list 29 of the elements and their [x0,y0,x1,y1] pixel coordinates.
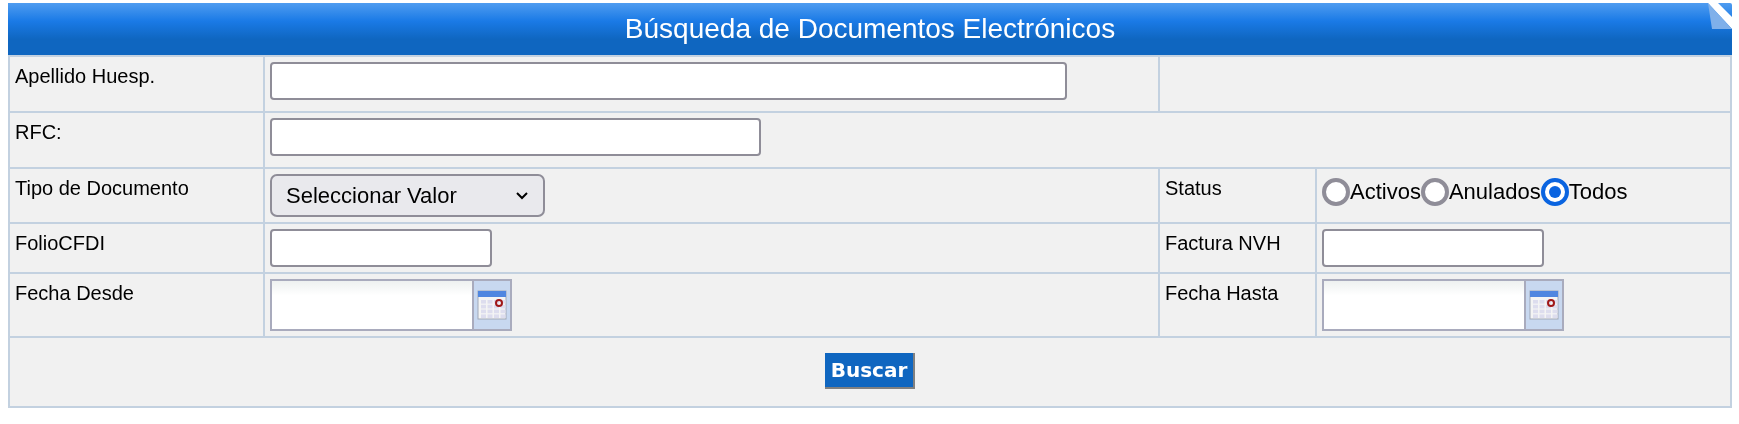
field-label: RFC: [15,120,63,144]
folded-corner-icon [1708,3,1732,29]
field-label: Status [1165,176,1223,200]
radio-circle[interactable] [1420,178,1449,206]
field-label: FolioCFDI [15,231,106,255]
calendar-icon [1529,289,1559,321]
field-label: Fecha Desde [15,281,135,305]
date-field[interactable] [1322,279,1524,331]
chevron-down-icon [515,190,529,201]
status-radio[interactable]: Activos [1322,178,1421,206]
field-label: Apellido Huesp. [15,64,157,88]
radio-circle[interactable] [1322,178,1350,206]
calendar-button[interactable] [472,279,512,331]
field-label: Factura NVH [1165,231,1282,255]
field-label: Fecha Hasta [1165,281,1280,305]
date-field[interactable] [270,279,472,331]
text-field[interactable] [1322,229,1544,267]
radio-circle[interactable] [1540,178,1569,206]
calendar-button[interactable] [1524,279,1564,331]
text-field[interactable] [270,118,761,156]
calendar-icon [477,289,507,321]
document-type-select[interactable]: Seleccionar Valor [270,174,545,217]
status-radio[interactable]: Anulados [1420,178,1541,206]
status-radio[interactable]: Todos [1540,178,1628,206]
form-title: Búsqueda de Documentos Electrónicos [624,13,1116,45]
field-label: Tipo de Documento [15,176,190,200]
text-field[interactable] [270,62,1067,100]
search-button[interactable]: Buscar [824,353,916,389]
text-field[interactable] [270,229,492,267]
